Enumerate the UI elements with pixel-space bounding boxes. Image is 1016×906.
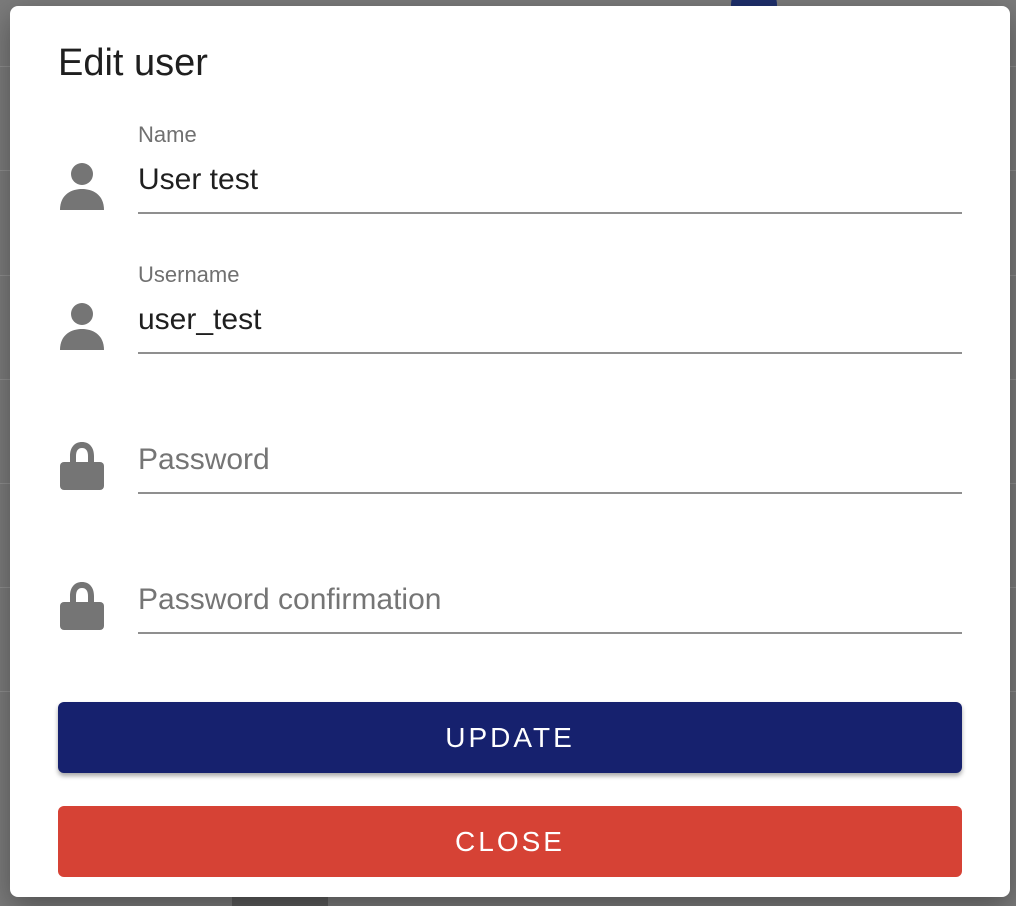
password-input[interactable] bbox=[138, 440, 962, 480]
update-button[interactable]: UPDATE bbox=[58, 702, 962, 773]
person-icon bbox=[58, 300, 106, 352]
lock-icon bbox=[58, 440, 106, 492]
person-icon bbox=[58, 160, 106, 212]
background-element bbox=[232, 896, 328, 906]
password-confirmation-underline bbox=[138, 632, 962, 634]
username-underline bbox=[138, 352, 962, 354]
dialog-title: Edit user bbox=[58, 42, 208, 84]
password-confirmation-input[interactable] bbox=[138, 580, 962, 620]
username-input[interactable] bbox=[138, 300, 962, 340]
name-underline bbox=[138, 212, 962, 214]
password-field bbox=[58, 402, 963, 512]
name-input[interactable] bbox=[138, 160, 962, 200]
name-field: Name bbox=[58, 122, 963, 232]
password-confirmation-field bbox=[58, 542, 963, 652]
username-field: Username bbox=[58, 262, 963, 372]
name-label: Name bbox=[138, 122, 197, 147]
lock-icon bbox=[58, 580, 106, 632]
password-underline bbox=[138, 492, 962, 494]
close-button[interactable]: CLOSE bbox=[58, 806, 962, 877]
edit-user-dialog: Edit user Name Username UPDATE CLOSE bbox=[10, 6, 1010, 897]
username-label: Username bbox=[138, 262, 240, 287]
